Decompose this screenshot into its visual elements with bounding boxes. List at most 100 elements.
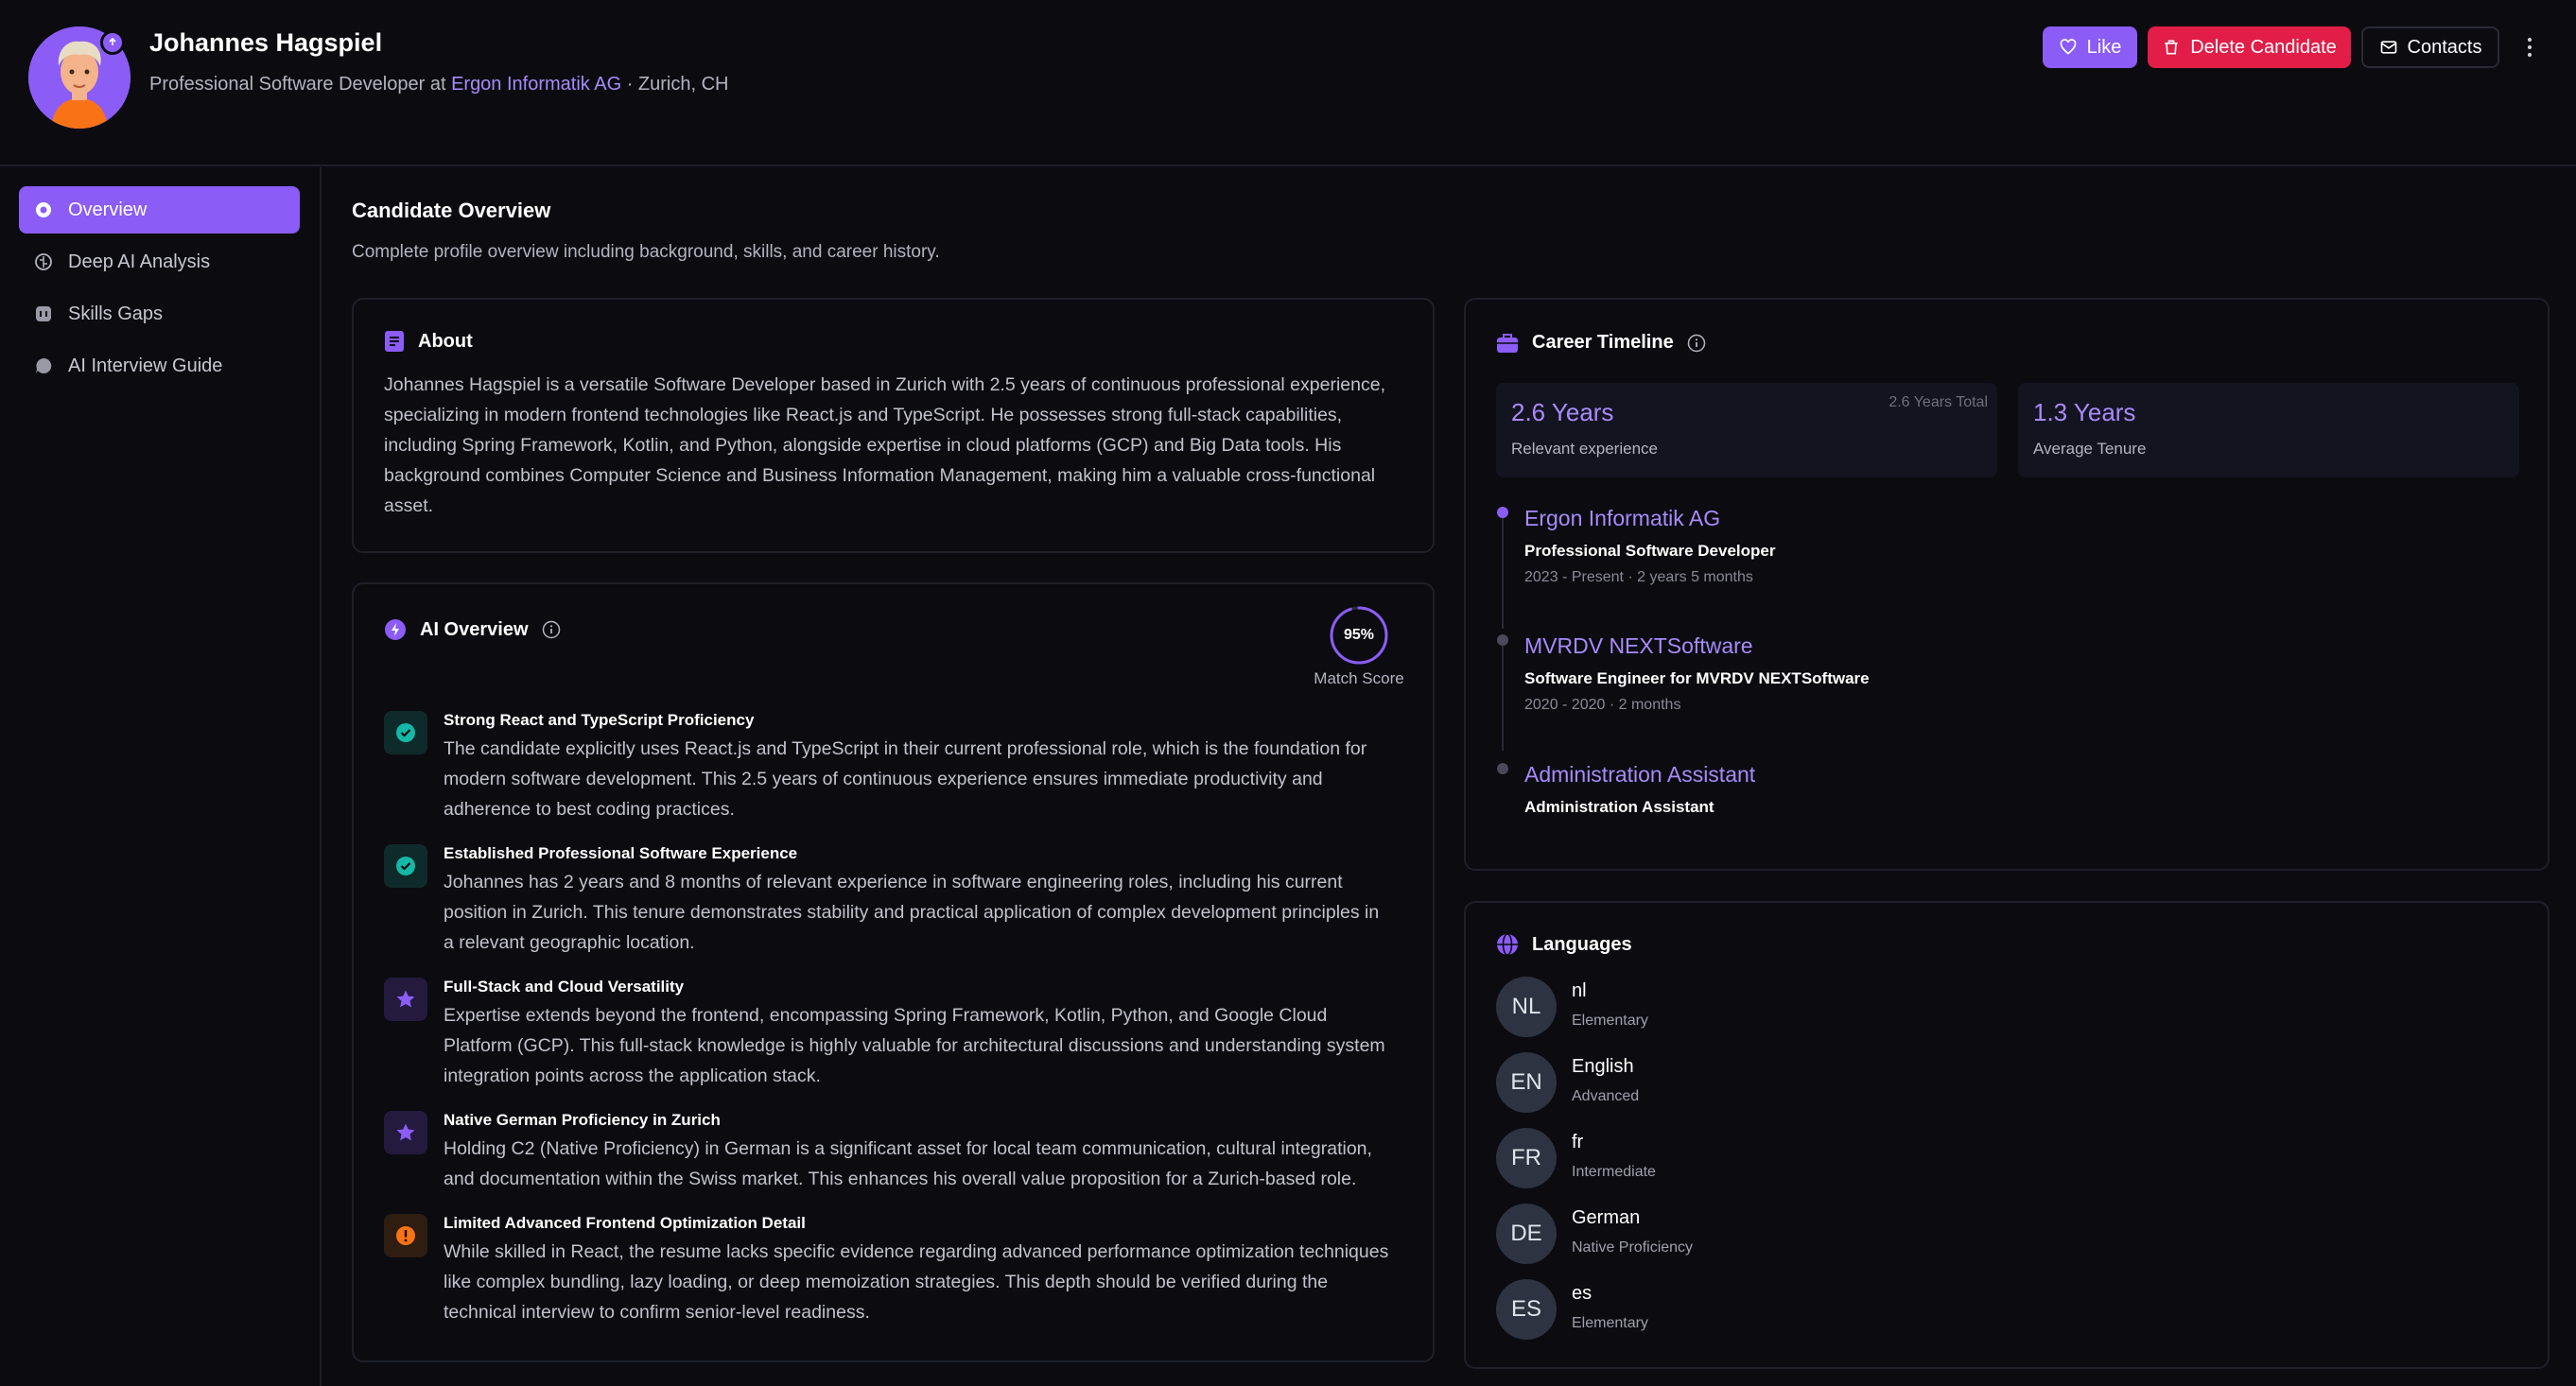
briefcase-icon xyxy=(1497,333,1518,353)
language-name: English xyxy=(1572,1056,1634,1077)
career-timeline-card: Career Timeline 2.6 Years Relevant exper… xyxy=(1464,298,2550,871)
timeline-company[interactable]: MVRDV NEXTSoftware xyxy=(1524,633,1753,659)
insight-title: Strong React and TypeScript Proficiency xyxy=(444,711,755,729)
check-circle-icon xyxy=(384,844,427,888)
timeline-dates: 2020 - 2020 · 2 months xyxy=(1524,697,1681,713)
timeline-role: Software Engineer for MVRDV NEXTSoftware xyxy=(1524,669,1870,687)
insight-text: Holding C2 (Native Proficiency) in Germa… xyxy=(444,1138,1372,1189)
languages-heading: Languages xyxy=(1496,933,1632,956)
language-name: nl xyxy=(1572,980,1587,1001)
language-level: Advanced xyxy=(1572,1088,1640,1104)
check-circle-icon xyxy=(384,711,427,754)
timeline-role: Administration Assistant xyxy=(1524,798,1714,816)
language-code-badge: NL xyxy=(1496,977,1557,1037)
globe-icon xyxy=(1497,933,1518,956)
candidate-role: Professional Software Developer at xyxy=(149,74,452,95)
sidebar-item-deep-ai-analysis[interactable]: Deep AI Analysis xyxy=(19,238,300,286)
sparkle-icon xyxy=(385,619,406,640)
timeline-line xyxy=(1502,642,1504,751)
language-level: Elementary xyxy=(1572,1013,1648,1029)
match-score-label: Match Score xyxy=(1314,669,1404,687)
language-item: FR fr Intermediate xyxy=(1496,1128,2063,1190)
timeline-dot xyxy=(1497,763,1508,774)
sidebar-item-skills-gaps[interactable]: Skills Gaps xyxy=(19,290,300,338)
delete-candidate-button[interactable]: Delete Candidate xyxy=(2148,26,2351,68)
trash-icon xyxy=(2165,40,2178,55)
language-item: ES es Elementary xyxy=(1496,1279,2063,1342)
star-icon xyxy=(384,978,427,1021)
warning-icon xyxy=(384,1214,427,1257)
languages-card: Languages NL nl Elementary EN English Ad… xyxy=(1464,901,2550,1369)
company-link[interactable]: Ergon Informatik AG xyxy=(451,74,621,95)
heart-icon xyxy=(2060,39,2077,55)
timeline-line xyxy=(1502,515,1504,629)
relevant-experience-label: Relevant experience xyxy=(1511,440,1658,458)
about-text: Johannes Hagspiel is a versatile Softwar… xyxy=(384,374,1385,516)
like-label: Like xyxy=(2086,36,2122,58)
upload-badge-icon[interactable] xyxy=(100,30,125,55)
language-name: es xyxy=(1572,1283,1593,1304)
info-icon[interactable] xyxy=(1687,334,1706,353)
contacts-button[interactable]: Contacts xyxy=(2361,26,2499,68)
languages-title: Languages xyxy=(1532,933,1632,955)
sidebar: Overview Deep AI Analysis Skills Gaps AI… xyxy=(0,167,322,1386)
language-code-badge: ES xyxy=(1496,1279,1557,1340)
mail-icon xyxy=(2380,41,2396,54)
timeline-dot xyxy=(1497,634,1508,646)
insight-text: Johannes has 2 years and 8 months of rel… xyxy=(444,872,1380,953)
about-heading: About xyxy=(384,330,473,353)
insight-title: Full-Stack and Cloud Versatility xyxy=(444,978,685,996)
page-title: Candidate Overview xyxy=(352,199,551,222)
gap-icon xyxy=(34,304,53,323)
about-card: About Johannes Hagspiel is a versatile S… xyxy=(352,298,1435,553)
relevant-experience-value: 2.6 Years xyxy=(1511,398,1614,426)
brain-icon xyxy=(34,252,53,271)
career-title: Career Timeline xyxy=(1532,332,1674,353)
about-title: About xyxy=(418,330,473,352)
more-options-icon[interactable] xyxy=(2515,26,2544,68)
relevant-experience-stat: 2.6 Years Relevant experience 2.6 Years … xyxy=(1496,383,1997,477)
insight-text: The candidate explicitly uses React.js a… xyxy=(444,738,1367,820)
language-level: Intermediate xyxy=(1572,1164,1656,1180)
sidebar-item-label: AI Interview Guide xyxy=(68,355,223,376)
sidebar-item-label: Overview xyxy=(68,199,148,220)
average-tenure-value: 1.3 Years xyxy=(2033,398,2136,426)
page-subtitle: Complete profile overview including back… xyxy=(352,242,940,262)
language-item: EN English Advanced xyxy=(1496,1052,2063,1115)
timeline-role: Professional Software Developer xyxy=(1524,542,1776,560)
timeline-dot-current xyxy=(1497,507,1508,518)
timeline-company[interactable]: Ergon Informatik AG xyxy=(1524,506,1720,531)
insight-title: Limited Advanced Frontend Optimization D… xyxy=(444,1214,806,1232)
profile-header: Johannes Hagspiel Professional Software … xyxy=(0,0,2576,166)
sidebar-item-overview[interactable]: Overview xyxy=(19,186,300,234)
candidate-subtitle: Professional Software Developer at Ergon… xyxy=(149,74,728,95)
sidebar-item-label: Deep AI Analysis xyxy=(68,251,211,272)
candidate-location: · Zurich, CH xyxy=(621,74,729,95)
insight-text: Expertise extends beyond the frontend, e… xyxy=(444,1005,1385,1086)
eye-icon xyxy=(34,200,53,219)
sidebar-item-ai-interview-guide[interactable]: AI Interview Guide xyxy=(19,342,300,390)
match-score-ring: 95% xyxy=(1329,605,1389,666)
average-tenure-stat: 1.3 Years Average Tenure xyxy=(2018,383,2519,477)
language-code-badge: EN xyxy=(1496,1052,1557,1113)
language-item: NL nl Elementary xyxy=(1496,977,2063,1039)
language-name: German xyxy=(1572,1207,1641,1228)
total-years-note: 2.6 Years Total xyxy=(1888,394,1988,410)
timeline-company[interactable]: Administration Assistant xyxy=(1524,762,1755,788)
language-code-badge: FR xyxy=(1496,1128,1557,1188)
timeline-dates: 2023 - Present · 2 years 5 months xyxy=(1524,569,1753,585)
ai-overview-title: AI Overview xyxy=(420,618,529,640)
insight-title: Native German Proficiency in Zurich xyxy=(444,1111,721,1129)
average-tenure-label: Average Tenure xyxy=(2033,440,2147,458)
delete-label: Delete Candidate xyxy=(2190,36,2337,58)
language-level: Elementary xyxy=(1572,1315,1648,1331)
sidebar-item-label: Skills Gaps xyxy=(68,303,164,324)
ai-overview-heading: AI Overview xyxy=(384,618,561,641)
language-item: DE German Native Proficiency xyxy=(1496,1204,2063,1266)
like-button[interactable]: Like xyxy=(2043,26,2137,68)
document-icon xyxy=(385,331,404,352)
contacts-label: Contacts xyxy=(2407,36,2482,58)
career-heading: Career Timeline xyxy=(1496,332,1706,354)
info-icon[interactable] xyxy=(542,620,561,639)
language-level: Native Proficiency xyxy=(1572,1239,1694,1256)
